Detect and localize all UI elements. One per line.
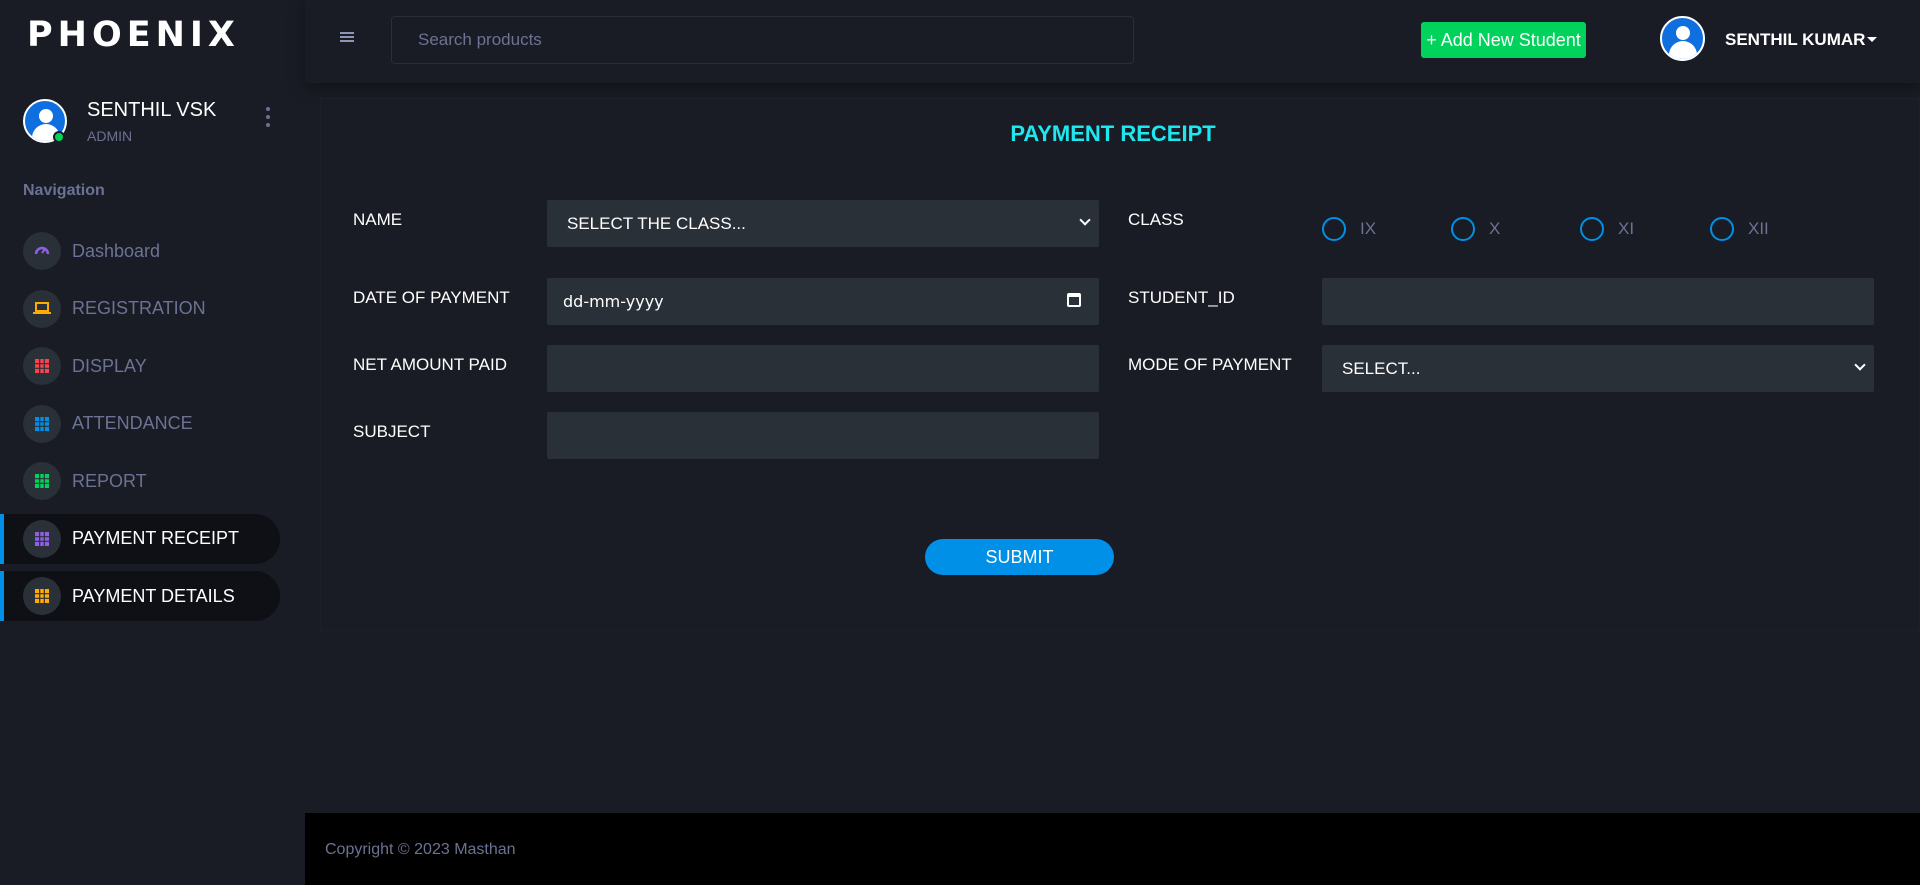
radio-label: X [1489,219,1501,238]
class-radio-xii[interactable]: XII [1710,217,1769,241]
profile-name: SENTHIL VSK [87,98,217,121]
profile-role: ADMIN [87,127,133,144]
radio-label: IX [1360,219,1377,238]
speedometer-icon [23,232,61,270]
user-menu-name[interactable]: SENTHIL KUMAR [1725,30,1865,50]
sidebar-item-label: PAYMENT DETAILS [72,585,235,606]
page-title: PAYMENT RECEIPT [1010,121,1216,146]
calendar-icon[interactable] [1067,293,1081,307]
subject-input[interactable] [547,412,1099,459]
subject-label: SUBJECT [353,422,431,441]
search-input[interactable] [391,16,1134,64]
caret-down-icon[interactable] [1867,37,1877,42]
submit-button[interactable]: SUBMIT [925,539,1114,575]
sidebar-item-label: Dashboard [72,240,161,261]
sidebar-item-payment-receipt[interactable]: PAYMENT RECEIPT [0,513,280,564]
radio-button[interactable] [1322,217,1346,241]
sidebar-item-display[interactable]: DISPLAY [0,341,280,391]
date-of-payment-input[interactable]: dd-mm-yyyy [547,278,1099,325]
class-radio-xi[interactable]: XI [1580,217,1634,241]
date-placeholder: dd-mm-yyyy [563,292,664,311]
avatar[interactable] [1660,16,1705,61]
radio-button[interactable] [1710,217,1734,241]
mode-of-payment-select[interactable]: SELECT... [1322,345,1874,392]
sidebar-item-label: REGISTRATION [72,298,206,318]
mode-select-value: SELECT... [1342,358,1421,378]
grid-icon [23,404,61,443]
mode-of-payment-label: MODE OF PAYMENT [1128,355,1292,374]
more-vertical-icon[interactable] [265,107,271,127]
student-id-input[interactable] [1322,278,1874,325]
footer: Copyright © 2023 Masthan [305,813,1920,885]
radio-label: XII [1748,219,1769,238]
class-radio-ix[interactable]: IX [1322,217,1376,241]
topbar: + Add New Student SENTHIL KUMAR [305,0,1920,83]
chevron-down-icon [1854,359,1866,371]
name-label: NAME [353,210,403,229]
copyright-text: Copyright © 2023 Masthan [325,841,516,858]
sidebar-item-registration[interactable]: REGISTRATION [0,284,280,334]
payment-receipt-card: PAYMENT RECEIPT NAME SELECT THE CLASS...… [320,98,1920,631]
sidebar-item-dashboard[interactable]: Dashboard [0,226,280,276]
grid-icon [23,519,61,558]
net-amount-label: NET AMOUNT PAID [353,355,507,374]
laptop-icon [23,289,61,328]
date-of-payment-label: DATE OF PAYMENT [353,288,510,307]
sidebar-nav: Dashboard REGISTRATION DISPLAY ATTENDANC… [0,226,305,629]
radio-button[interactable] [1451,217,1475,241]
sidebar-item-label: REPORT [72,470,147,491]
sidebar: PHOENIX SENTHIL VSK ADMIN Navigation Das… [0,0,305,885]
name-select-value: SELECT THE CLASS... [567,213,746,233]
class-label: CLASS [1128,210,1184,229]
menu-icon[interactable] [340,32,354,42]
sidebar-item-label: PAYMENT RECEIPT [72,528,240,548]
grid-icon [23,577,61,615]
grid-icon [23,347,61,385]
sidebar-item-payment-details[interactable]: PAYMENT DETAILS [0,571,280,621]
brand[interactable]: PHOENIX [0,0,305,70]
sidebar-item-attendance[interactable]: ATTENDANCE [0,399,280,449]
student-id-label: STUDENT_ID [1128,288,1235,307]
sidebar-item-report[interactable]: REPORT [0,456,280,506]
sidebar-item-label: ATTENDANCE [72,413,193,433]
name-select[interactable]: SELECT THE CLASS... [547,200,1099,247]
online-status-dot [53,131,65,143]
chevron-down-icon [1079,214,1091,226]
radio-button[interactable] [1580,217,1604,241]
brand-logo: PHOENIX [27,15,240,55]
sidebar-item-label: DISPLAY [72,355,147,376]
class-radio-x[interactable]: X [1451,217,1500,241]
grid-icon [23,462,61,500]
add-new-student-button[interactable]: + Add New Student [1421,22,1586,58]
radio-label: XI [1618,219,1635,238]
nav-heading: Navigation [23,182,105,199]
net-amount-input[interactable] [547,345,1099,392]
